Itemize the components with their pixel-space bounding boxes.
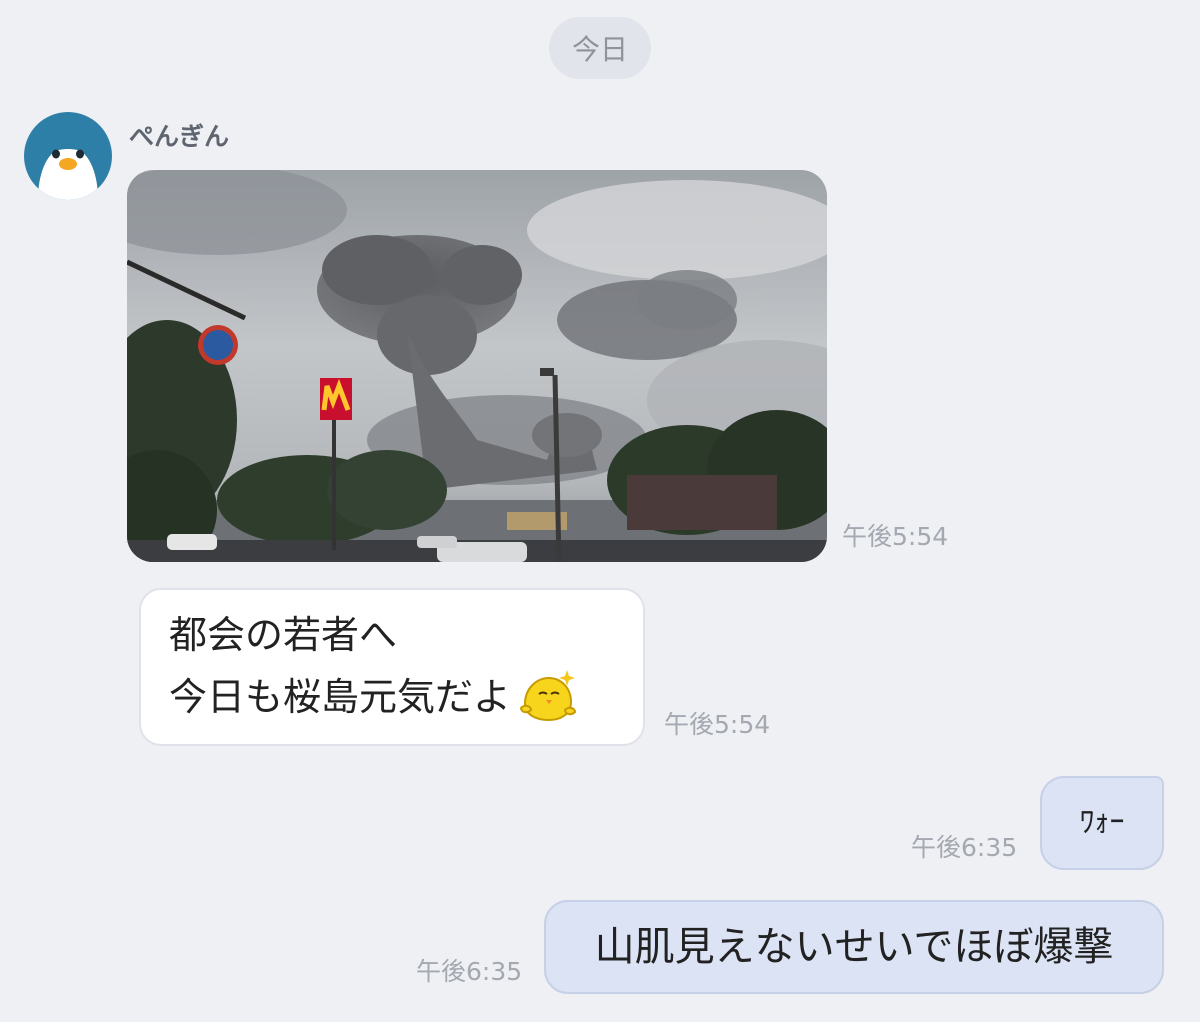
sparkle-chick-emoji	[520, 669, 577, 721]
timestamp: 午後6:35	[911, 833, 1018, 862]
message-bubble-outgoing[interactable]: ﾜｫｰ	[1040, 776, 1164, 870]
sender-name: ぺんぎん	[129, 122, 230, 151]
timestamp: 午後5:54	[664, 710, 771, 739]
volcano-eruption-photo	[127, 170, 827, 562]
message-line: 都会の若者へ	[169, 613, 398, 657]
message-text: 山肌見えないせいでほぼ爆撃	[594, 924, 1114, 970]
message-line: 今日も桜島元気だよ	[169, 675, 512, 719]
timestamp: 午後6:35	[416, 957, 523, 986]
message-text: ﾜｫｰ	[1079, 805, 1125, 840]
penguin-avatar-icon	[24, 112, 112, 200]
message-bubble-outgoing[interactable]: 山肌見えないせいでほぼ爆撃	[544, 900, 1164, 994]
sender-avatar[interactable]	[24, 112, 112, 200]
volcano-photo[interactable]	[127, 170, 827, 562]
timestamp: 午後5:54	[842, 522, 949, 551]
date-divider: 今日	[549, 17, 651, 79]
message-bubble-incoming[interactable]: 都会の若者へ 今日も桜島元気だよ	[139, 588, 645, 746]
